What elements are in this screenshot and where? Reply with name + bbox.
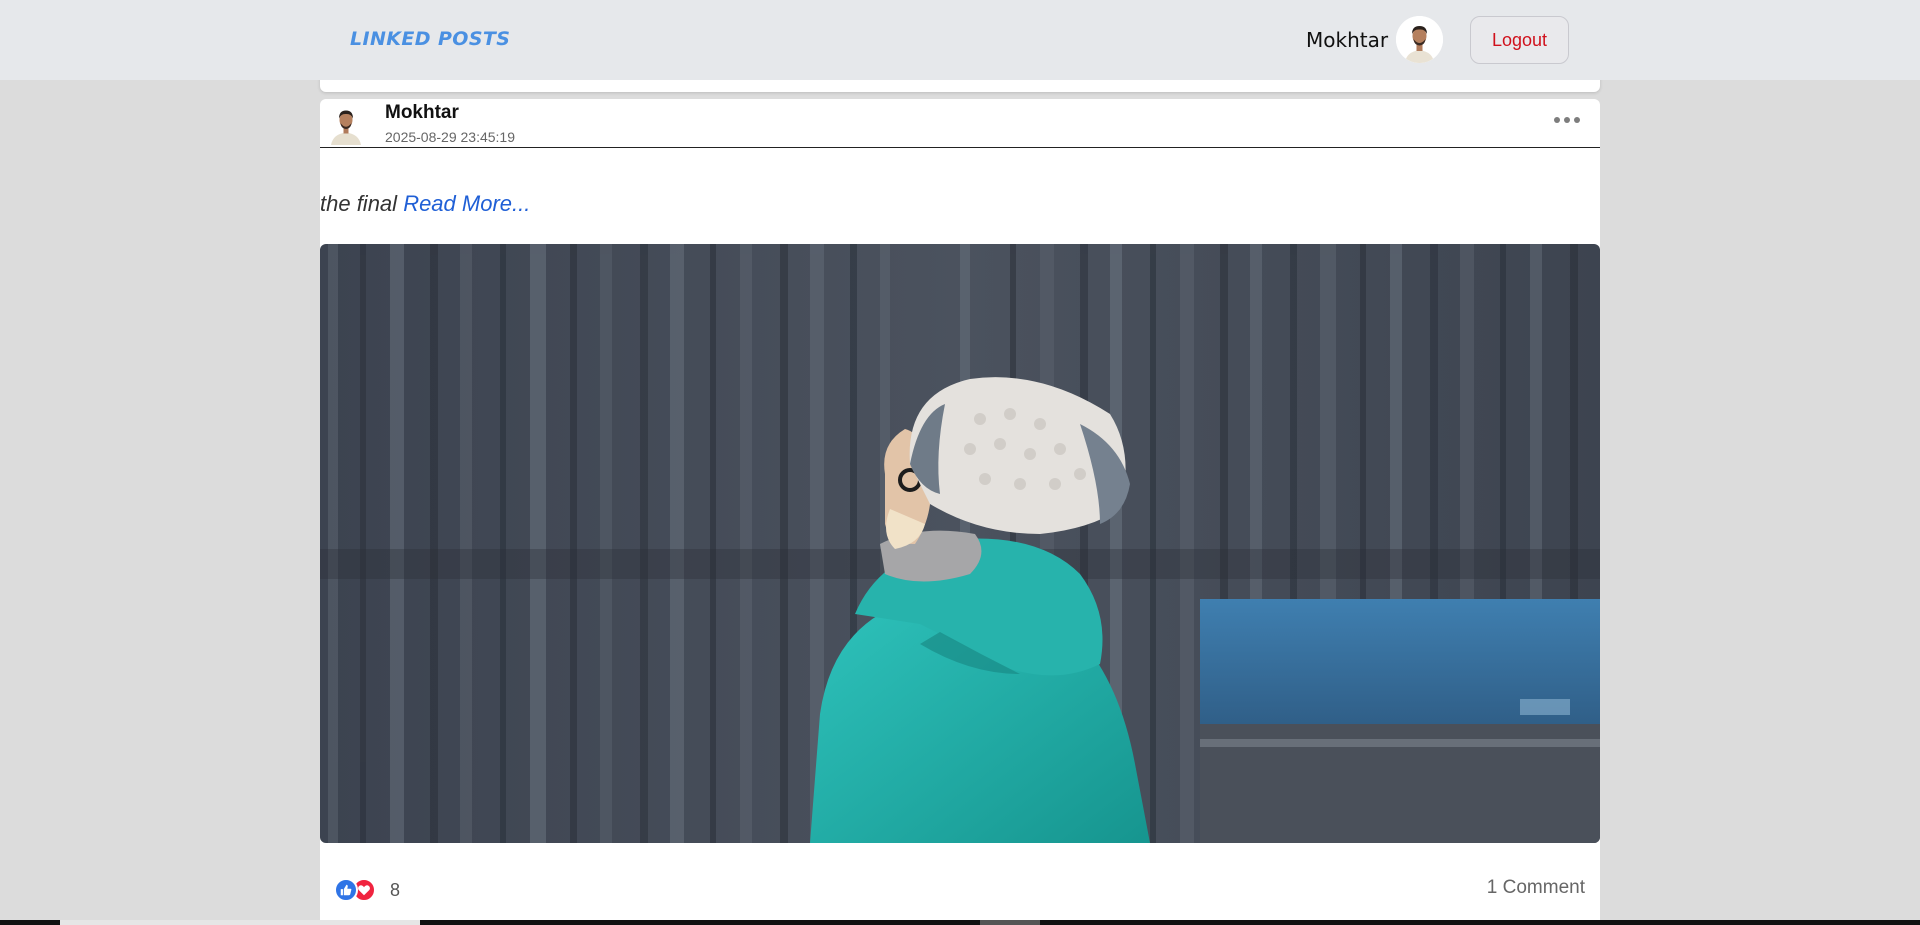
- nav-user-avatar[interactable]: [1396, 16, 1443, 63]
- post-author-name[interactable]: Mokhtar: [385, 102, 459, 124]
- menu-dot: [1574, 117, 1580, 123]
- read-more-link[interactable]: Read More...: [403, 191, 530, 216]
- post-image[interactable]: [320, 244, 1600, 843]
- post-card: Mokhtar 2025-08-29 23:45:19 the final Re…: [320, 99, 1600, 925]
- post-photo: [320, 244, 1600, 843]
- avatar-photo: [326, 103, 366, 145]
- brand-logo[interactable]: LINKED POSTS: [350, 28, 510, 50]
- more-horizontal-icon[interactable]: [1550, 107, 1584, 133]
- nav-user-name: Mokhtar: [1306, 28, 1389, 52]
- menu-dot: [1554, 117, 1560, 123]
- logout-button[interactable]: Logout: [1470, 16, 1569, 64]
- reaction-count: 8: [390, 879, 401, 900]
- thumbs-up-icon: [334, 878, 358, 902]
- menu-dot: [1564, 117, 1570, 123]
- post-author-avatar[interactable]: [326, 103, 366, 145]
- post-body: the final Read More...: [320, 191, 530, 217]
- reactions-summary[interactable]: 8: [334, 877, 400, 903]
- comments-count-link[interactable]: 1 Comment: [1487, 877, 1585, 899]
- bottom-edge-strip: [0, 920, 1920, 925]
- post-header: Mokhtar 2025-08-29 23:45:19: [320, 99, 1600, 148]
- post-text: the final: [320, 191, 398, 216]
- strip-segment: [60, 920, 420, 925]
- post-timestamp: 2025-08-29 23:45:19: [385, 129, 515, 145]
- strip-segment: [980, 920, 1040, 925]
- avatar-photo: [1396, 16, 1443, 63]
- navbar: LINKED POSTS Mokhtar Logout: [0, 0, 1920, 80]
